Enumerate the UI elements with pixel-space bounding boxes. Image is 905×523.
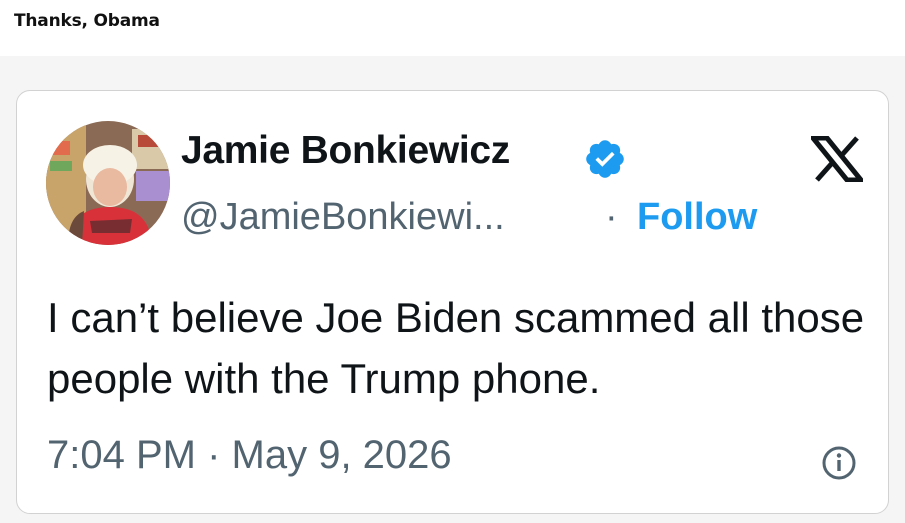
avatar[interactable] xyxy=(46,121,170,245)
follow-separator: · xyxy=(605,196,618,238)
post-header: Thanks, Obama xyxy=(0,0,905,56)
tweet-card[interactable]: Jamie Bonkiewicz @JamieBonkiewi... · Fol… xyxy=(16,90,889,514)
follow-button[interactable]: Follow xyxy=(637,196,757,239)
tweet-timestamp[interactable]: 7:04 PM · May 9, 2026 xyxy=(47,433,452,478)
author-name[interactable]: Jamie Bonkiewicz xyxy=(181,129,510,173)
info-icon[interactable] xyxy=(821,445,857,481)
verified-badge-icon xyxy=(583,137,627,181)
post-caption: Thanks, Obama xyxy=(14,11,160,31)
author-handle[interactable]: @JamieBonkiewi... xyxy=(181,196,505,239)
x-logo-icon[interactable] xyxy=(807,135,867,183)
avatar-photo xyxy=(46,121,170,245)
tweet-text: I can’t believe Joe Biden scammed all th… xyxy=(47,294,865,402)
